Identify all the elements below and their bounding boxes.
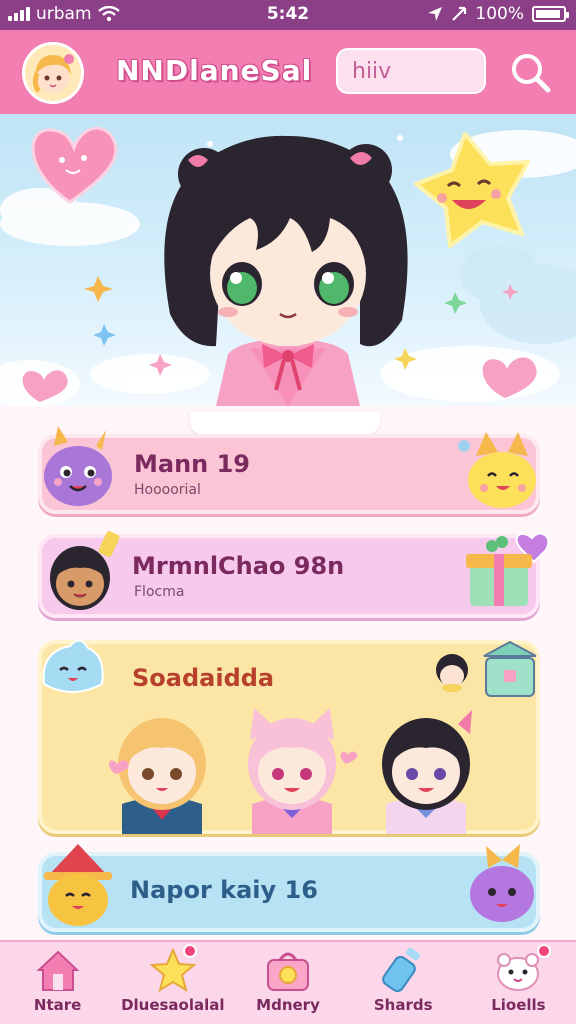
notification-badge [536,944,551,958]
list-card-1[interactable]: Mann 19 Hoooorial [38,426,540,514]
cat-face-icon [458,432,536,508]
bag-icon [267,952,309,991]
status-right: 100% [427,4,569,24]
card-list: Mann 19 Hoooorial MrmnlChao 98n Flocma S… [0,406,576,940]
card-subtitle: Hoooorial [134,482,201,498]
girl-avatar-icon[interactable] [22,42,84,104]
card-title: MrmnlChao 98n [132,552,345,580]
nav-item-shards[interactable]: Shards [346,942,461,1024]
witch-hat-creature-icon [44,844,112,926]
hero-illustration [0,126,576,406]
nav-label: Mdnery [256,996,320,1014]
nav-label: Lioells [491,996,546,1014]
search-icon[interactable] [506,48,554,96]
card-subtitle: Flocma [134,584,185,600]
navigation-icon [452,6,467,21]
nav-item-home[interactable]: Ntare [0,942,115,1024]
app-title: NNDlaneSal [116,54,313,87]
card-title: Napor kaiy 16 [130,876,318,904]
container-box-icon [483,640,537,697]
location-icon [428,7,443,21]
gift-box-icon [466,532,550,606]
blob-creature-icon [42,639,104,693]
app-header: NNDlaneSal [0,30,576,114]
bottom-nav: Ntare Dluesaolalal Mdnery Shards Lioells [0,940,576,1024]
featured-card[interactable]: Soadaidda [38,639,540,834]
battery-percent: 100% [475,4,524,24]
status-bar: urbam 5:42 100% [0,0,576,30]
nav-label: Dluesaolalal [121,996,225,1014]
list-card-4[interactable]: Napor kaiy 16 [38,844,540,932]
character-group [109,708,472,834]
search-input[interactable] [336,48,486,94]
purple-monster-icon [44,426,112,506]
nav-item-levels[interactable]: Lioells [461,942,576,1024]
list-card-2[interactable]: MrmnlChao 98n Flocma [38,531,550,618]
purple-blob-icon [470,844,534,922]
battery-icon [532,6,569,22]
potion-bottle-icon [382,948,421,992]
nav-label: Ntare [33,996,82,1014]
hero-banner [0,114,576,406]
home-icon [36,950,80,991]
small-avatar-icon [436,654,468,692]
pet-icon [497,953,540,991]
list-handle [190,412,380,434]
card-title: Soadaidda [132,664,275,692]
card-title: Mann 19 [134,450,251,478]
nav-item-favorites[interactable]: Dluesaolalal [115,942,230,1024]
nav-item-money[interactable]: Mdnery [230,942,345,1024]
nav-label: Shards [373,996,433,1014]
dark-hair-avatar-icon [50,531,120,610]
